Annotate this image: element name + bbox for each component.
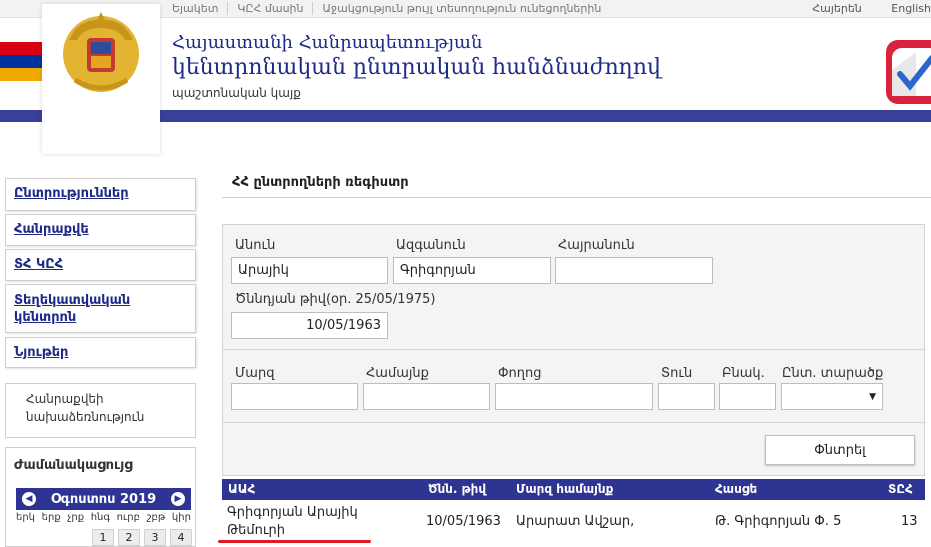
calendar-month-header: ◀ Օգոստոս 2019 ▶ [16,488,191,510]
community-label: Համայնք [366,366,429,381]
title-block: Հայաստանի Հանրապետության կենտրոնական ընտ… [172,32,661,100]
calendar-day[interactable]: 2 [118,529,140,546]
panel-divider [223,349,926,350]
calendar-next-icon[interactable]: ▶ [171,492,185,506]
top-nav-accessibility[interactable]: Աջակցություն թույլ տեսողություն ունեցողն… [312,2,610,15]
calendar-dates: 1 2 3 4 [92,529,192,546]
district-select[interactable]: ▼ [781,383,883,410]
row-name-line1: Գրիգորյան Արայիկ [227,505,358,520]
weekday: չրք [67,512,85,523]
col-address-header: Հասցե [715,482,758,496]
header-subtitle: պաշտոնական կայք [172,86,301,100]
row-address: Թ. Գրիգորյան Փ. 5 [715,514,842,529]
calendar-widget: Ժամանակացույց ◀ Օգոստոս 2019 ▶ երկ երք չ… [5,447,196,547]
coat-of-arms-icon [63,12,139,92]
sidebar-item-materials[interactable]: Նյութեր [5,337,196,368]
weekday: երկ [16,512,36,523]
dob-label: Ծննդյան թիվ(օր. 25/05/1975) [235,292,436,307]
house-input[interactable] [658,383,715,410]
weekday: երք [41,512,61,523]
col-commission-header: ՏԸՀ [888,482,913,496]
calendar-month: Օգոստոս 2019 [50,491,157,507]
house-label: Տուն [661,366,693,381]
row-commission: 13 [901,514,918,529]
weekday: հնգ [90,512,110,523]
calendar-day[interactable]: 1 [92,529,114,546]
top-nav: Եյակետ ԿԸՀ մասին Աջակցություն թույլ տեսո… [172,2,610,15]
results-table-header: ԱԱՀ Ծնն. թիվ Մարզ համայնք Հասցե ՏԸՀ [222,479,925,500]
sidebar-referendum-initiative[interactable]: Հանրաքվեի նախաձեռնություն [5,383,196,438]
region-input[interactable] [231,383,358,410]
street-input[interactable] [495,383,653,410]
page-title: ՀՀ ընտրողների ռեգիստր [232,175,409,190]
street-label: Փողոց [498,366,542,381]
district-label: Ընտ. տարածք [782,366,884,381]
top-nav-about[interactable]: ԿԸՀ մասին [227,2,312,15]
surname-input[interactable]: Գրիգորյան [393,257,551,284]
apartment-label: Բնակ. [722,366,765,381]
region-label: Մարզ [235,366,275,381]
calendar-title: Ժամանակացույց [14,458,133,473]
cec-logo-icon[interactable] [886,40,931,104]
sidebar-item-elections[interactable]: Ընտրություններ [5,178,196,211]
title-divider [222,197,931,198]
calendar-day[interactable]: 4 [170,529,192,546]
search-panel: Անուն Ազգանուն Հայրանուն Արայիկ Գրիգորյա… [222,224,926,476]
name-label: Անուն [235,238,276,253]
col-region-header: Մարզ համայնք [516,482,614,496]
calendar-weekdays: երկ երք չրք հնգ ուրբ շբթ կիր [16,512,191,523]
row-name-line2: Թեմուրի [227,523,286,538]
coat-of-arms[interactable] [42,4,160,154]
col-name-header: ԱԱՀ [228,482,256,496]
language-switcher: Հայերեն English [786,2,931,15]
dob-input[interactable]: 10/05/1963 [231,312,388,339]
top-nav-home[interactable]: Եյակետ [172,2,227,15]
apartment-input[interactable] [719,383,776,410]
weekday: կիր [171,512,191,523]
panel-divider [223,422,926,423]
search-button[interactable]: Փնտրել [765,435,915,465]
patronymic-label: Հայրանուն [558,238,635,253]
calendar-prev-icon[interactable]: ◀ [22,492,36,506]
col-dob-header: Ծնն. թիվ [428,482,487,496]
lang-english[interactable]: English [891,2,931,15]
header-title-line2: կենտրոնական ընտրական հանձնաժողով [172,55,661,80]
sidebar-item-info-center[interactable]: Տեղեկատվական կենտրոն [5,284,196,333]
sidebar-item-referendum[interactable]: Հանրաքվե [5,214,196,246]
weekday: ուրբ [116,512,140,523]
community-input[interactable] [363,383,490,410]
header-title-line1: Հայաստանի Հանրապետության [172,32,483,53]
chevron-down-icon: ▼ [869,392,876,402]
calendar-day[interactable]: 3 [144,529,166,546]
row-region: Արարատ Ավշար, [516,514,635,529]
row-dob: 10/05/1963 [426,514,501,529]
highlight-underline [218,540,371,543]
patronymic-input[interactable] [555,257,713,284]
sidebar-item-tec-cec[interactable]: ՏՀ ԿԸՀ [5,249,196,281]
surname-label: Ազգանուն [396,238,466,253]
weekday: շբթ [146,512,166,523]
name-input[interactable]: Արայիկ [231,257,388,284]
lang-armenian[interactable]: Հայերեն [812,2,861,15]
